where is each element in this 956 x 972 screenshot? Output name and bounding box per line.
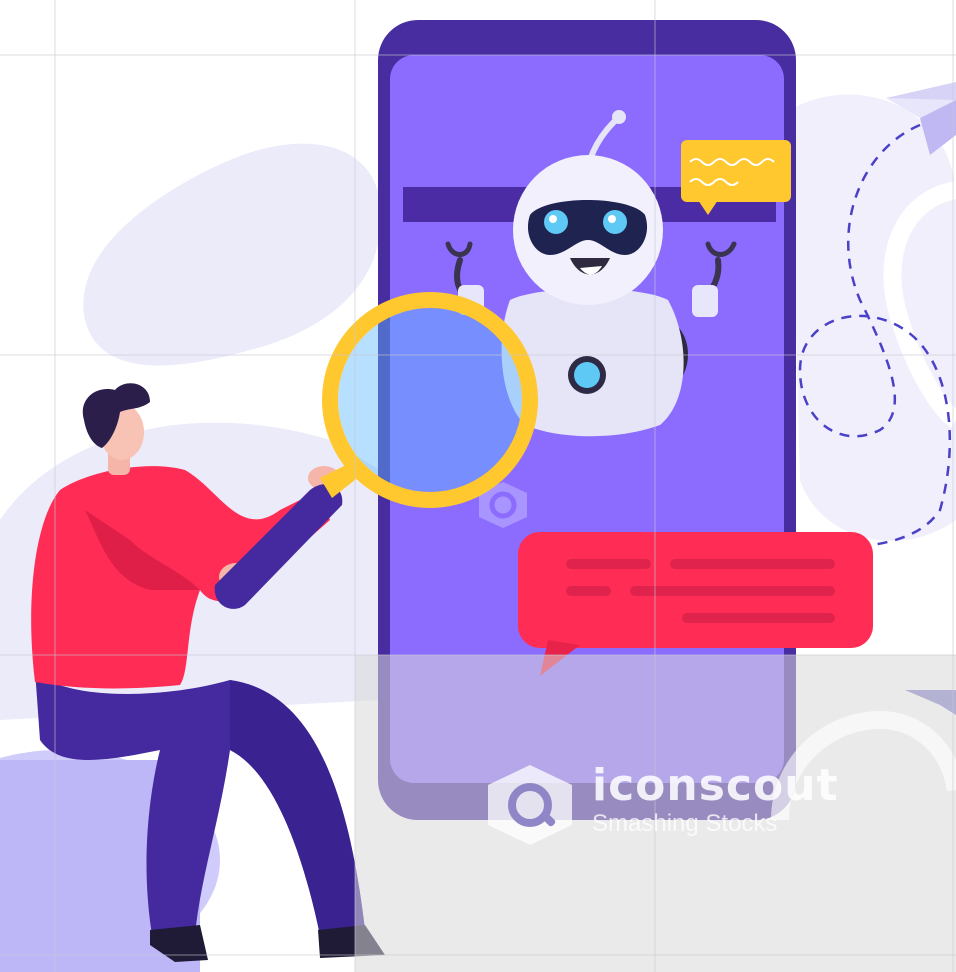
text-line-1a bbox=[566, 559, 651, 569]
robot-eye-left-glint bbox=[549, 215, 557, 223]
watermark-text: iconscout Smashing Stocks bbox=[592, 760, 839, 838]
text-line-2b bbox=[630, 586, 835, 596]
robot-antenna-tip bbox=[612, 110, 626, 124]
robot-eye-right bbox=[603, 210, 627, 234]
robot-eye-left bbox=[544, 210, 568, 234]
watermark-tagline: Smashing Stocks bbox=[592, 810, 778, 837]
magnifier-lens bbox=[338, 308, 522, 492]
robot-eye-right-glint bbox=[608, 215, 616, 223]
background-blob-left bbox=[83, 143, 382, 366]
text-line-2a bbox=[566, 586, 611, 596]
speech-bubble-yellow bbox=[681, 140, 791, 202]
watermark-brand: iconscout bbox=[592, 760, 839, 811]
text-line-1b bbox=[670, 559, 835, 569]
robot-cuff-right bbox=[692, 285, 718, 317]
text-line-3 bbox=[682, 613, 835, 623]
robot-chest-light-inner bbox=[574, 362, 600, 388]
person-pants-shadow bbox=[230, 680, 365, 935]
illustration-canvas: iconscout Smashing Stocks bbox=[0, 0, 956, 972]
